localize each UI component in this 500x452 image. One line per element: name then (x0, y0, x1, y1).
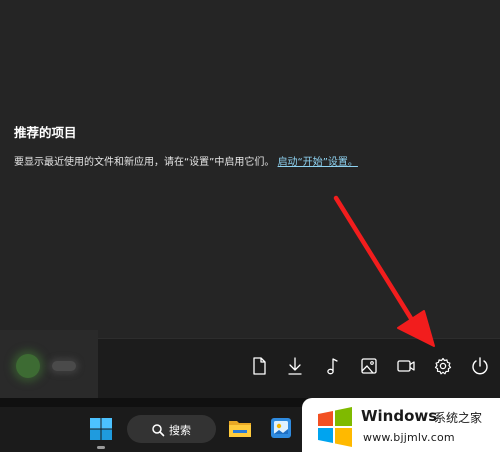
download-icon[interactable] (284, 355, 306, 377)
recommended-description: 要显示最近使用的文件和新应用，请在“设置”中启用它们。 启动“开始”设置。 (14, 153, 358, 168)
document-icon[interactable] (248, 355, 270, 377)
watermark-title-suffix: 系统之家 (434, 411, 483, 425)
settings-icon[interactable] (432, 355, 454, 377)
search-label: 搜索 (169, 424, 191, 437)
watermark-url: www.bjjmlv.com (363, 431, 455, 444)
recommended-description-text: 要显示最近使用的文件和新应用，请在“设置”中启用它们。 (14, 157, 275, 168)
music-icon[interactable] (321, 355, 343, 377)
windows-logo-icon (314, 405, 356, 447)
watermark-title: Windows (361, 407, 438, 425)
start-settings-link[interactable]: 启动“开始”设置。 (278, 157, 358, 168)
taskbar-search-box[interactable]: 搜索 (127, 415, 216, 443)
search-icon (151, 422, 165, 437)
windows-start-icon[interactable] (89, 417, 113, 441)
avatar[interactable] (16, 354, 40, 378)
recommended-title: 推荐的项目 (14, 125, 77, 140)
photos-app-icon[interactable] (269, 416, 293, 440)
file-explorer-icon[interactable] (228, 417, 252, 439)
user-name-blurred (52, 361, 76, 371)
user-account-area[interactable] (0, 330, 98, 398)
power-icon[interactable] (469, 355, 491, 377)
video-icon[interactable] (395, 355, 417, 377)
picture-icon[interactable] (358, 355, 380, 377)
start-active-indicator (97, 446, 105, 449)
